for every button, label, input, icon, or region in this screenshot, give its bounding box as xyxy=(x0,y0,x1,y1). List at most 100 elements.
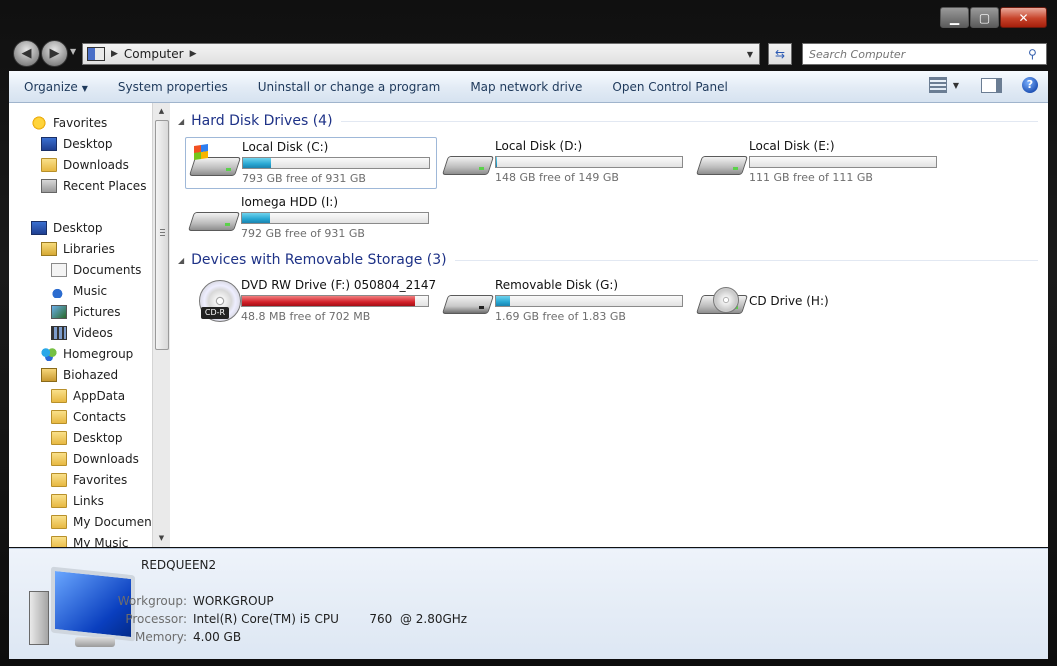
collapse-triangle-icon[interactable]: ◢ xyxy=(178,117,184,126)
user-folder-icon xyxy=(41,368,57,382)
navigation-pane: Favorites Desktop Downloads Recent Place… xyxy=(9,103,152,547)
folder-icon xyxy=(51,452,67,466)
preview-pane-icon[interactable] xyxy=(981,77,1002,93)
nav-favorites[interactable]: Favorites xyxy=(31,114,107,132)
system-properties-button[interactable]: System properties xyxy=(103,80,243,94)
capacity-bar xyxy=(241,212,429,224)
detail-value: Intel(R) Core(TM) i5 CPU 760 @ 2.80GHz xyxy=(193,612,468,626)
back-button[interactable]: ◀ xyxy=(13,40,40,67)
nav-label: My Music xyxy=(73,536,129,547)
nav-label: Desktop xyxy=(73,431,123,445)
map-network-drive-button[interactable]: Map network drive xyxy=(455,80,597,94)
nav-downloads[interactable]: Downloads xyxy=(41,156,129,174)
grip-icon xyxy=(160,229,165,236)
forward-button[interactable]: ▶ xyxy=(41,40,68,67)
help-icon[interactable]: ? xyxy=(1022,77,1038,93)
navigation-pane-scrollbar[interactable]: ▲ ▼ xyxy=(152,103,170,547)
nav-label: Desktop xyxy=(53,221,103,235)
close-button[interactable]: ✕ xyxy=(1000,7,1047,28)
group-label: Devices with Removable Storage (3) xyxy=(191,252,447,268)
search-icon[interactable]: ⚲ xyxy=(1028,47,1046,61)
view-options-dropdown[interactable]: ▼ xyxy=(953,81,959,90)
nav-appdata[interactable]: AppData xyxy=(51,387,125,405)
nav-libraries[interactable]: Libraries xyxy=(41,240,115,258)
music-icon xyxy=(51,284,67,298)
nav-contacts[interactable]: Contacts xyxy=(51,408,126,426)
collapse-triangle-icon[interactable]: ◢ xyxy=(178,256,184,265)
nav-my-music[interactable]: My Music xyxy=(51,534,128,547)
detail-value: WORKGROUP xyxy=(193,594,274,608)
organize-menu[interactable]: Organize ▼ xyxy=(9,80,103,94)
nav-documents[interactable]: Documents xyxy=(51,261,141,279)
minimize-button[interactable]: ▁ xyxy=(940,7,969,28)
nav-links[interactable]: Links xyxy=(51,492,104,510)
drive-f[interactable]: CD-R DVD RW Drive (F:) 050804_2147 48.8 … xyxy=(185,276,436,326)
maximize-button[interactable]: ▢ xyxy=(970,7,999,28)
drive-name: CD Drive (H:) xyxy=(749,294,829,308)
scrollbar-thumb[interactable] xyxy=(155,120,169,350)
folder-icon xyxy=(51,515,67,529)
recent-pages-dropdown[interactable]: ▼ xyxy=(70,47,76,56)
nav-label: Desktop xyxy=(63,137,113,151)
detail-value: 4.00 GB xyxy=(193,630,242,644)
drive-e[interactable]: Local Disk (E:) 111 GB free of 111 GB xyxy=(693,137,943,187)
drive-free-space: 1.69 GB free of 1.83 GB xyxy=(495,310,626,323)
nav-desktop-root[interactable]: Desktop xyxy=(31,219,103,237)
nav-label: AppData xyxy=(73,389,126,403)
address-dropdown-icon[interactable]: ▼ xyxy=(747,50,753,59)
nav-user-downloads[interactable]: Downloads xyxy=(51,450,139,468)
capacity-bar xyxy=(241,295,429,307)
drive-c[interactable]: Local Disk (C:) 793 GB free of 931 GB xyxy=(185,137,437,189)
nav-videos[interactable]: Videos xyxy=(51,324,113,342)
folder-icon xyxy=(41,158,57,172)
drive-i[interactable]: Iomega HDD (I:) 792 GB free of 931 GB xyxy=(185,193,435,243)
refresh-button[interactable]: ⇆ xyxy=(768,43,792,65)
drive-free-space: 793 GB free of 931 GB xyxy=(242,172,366,185)
uninstall-program-button[interactable]: Uninstall or change a program xyxy=(243,80,456,94)
chevron-right-icon[interactable]: ▶ xyxy=(111,49,118,59)
cd-drive-icon xyxy=(695,287,749,315)
nav-homegroup[interactable]: Homegroup xyxy=(41,345,133,363)
search-box[interactable]: ⚲ xyxy=(802,43,1047,65)
drive-h[interactable]: CD Drive (H:) xyxy=(693,276,943,326)
nav-label: Libraries xyxy=(63,242,115,256)
nav-user-favorites[interactable]: Favorites xyxy=(51,471,127,489)
detail-label: Processor: xyxy=(125,612,187,626)
chevron-down-icon: ▼ xyxy=(81,83,88,93)
computer-name: REDQUEEN2 xyxy=(141,558,217,572)
desktop-icon xyxy=(41,137,57,151)
nav-desktop[interactable]: Desktop xyxy=(41,135,113,153)
breadcrumb-computer[interactable]: Computer xyxy=(124,47,184,61)
drive-d[interactable]: Local Disk (D:) 148 GB free of 149 GB xyxy=(439,137,689,187)
search-input[interactable] xyxy=(803,46,1028,62)
folder-icon xyxy=(51,389,67,403)
scroll-down-arrow-icon[interactable]: ▼ xyxy=(153,530,170,547)
nav-music[interactable]: Music xyxy=(51,282,107,300)
nav-recent-places[interactable]: Recent Places xyxy=(41,177,146,195)
group-header-hard-disks[interactable]: ◢ Hard Disk Drives (4) xyxy=(178,113,1038,129)
group-divider xyxy=(454,259,1038,261)
nav-biohazed[interactable]: Biohazed xyxy=(41,366,118,384)
group-header-removable[interactable]: ◢ Devices with Removable Storage (3) xyxy=(178,252,1038,268)
folder-icon xyxy=(51,536,67,547)
nav-pictures[interactable]: Pictures xyxy=(51,303,121,321)
chevron-right-icon[interactable]: ▶ xyxy=(190,49,197,59)
drive-name: Local Disk (C:) xyxy=(242,140,329,154)
nav-label: Videos xyxy=(73,326,113,340)
drive-name: Removable Disk (G:) xyxy=(495,278,619,292)
star-icon xyxy=(31,116,47,130)
homegroup-icon xyxy=(41,347,57,361)
nav-user-desktop[interactable]: Desktop xyxy=(51,429,123,447)
change-view-icon[interactable] xyxy=(928,77,947,93)
open-control-panel-button[interactable]: Open Control Panel xyxy=(597,80,742,94)
recent-places-icon xyxy=(41,179,57,193)
scroll-up-arrow-icon[interactable]: ▲ xyxy=(153,103,170,120)
drive-g[interactable]: Removable Disk (G:) 1.69 GB free of 1.83… xyxy=(439,276,689,326)
address-bar[interactable]: ▶ Computer ▶ ▼ xyxy=(82,43,760,65)
computer-icon xyxy=(87,47,105,61)
removable-disk-icon xyxy=(441,289,495,315)
nav-my-documents[interactable]: My Documents xyxy=(51,513,152,531)
folder-icon xyxy=(51,431,67,445)
drive-free-space: 792 GB free of 931 GB xyxy=(241,227,365,240)
nav-label: Recent Places xyxy=(63,179,147,193)
